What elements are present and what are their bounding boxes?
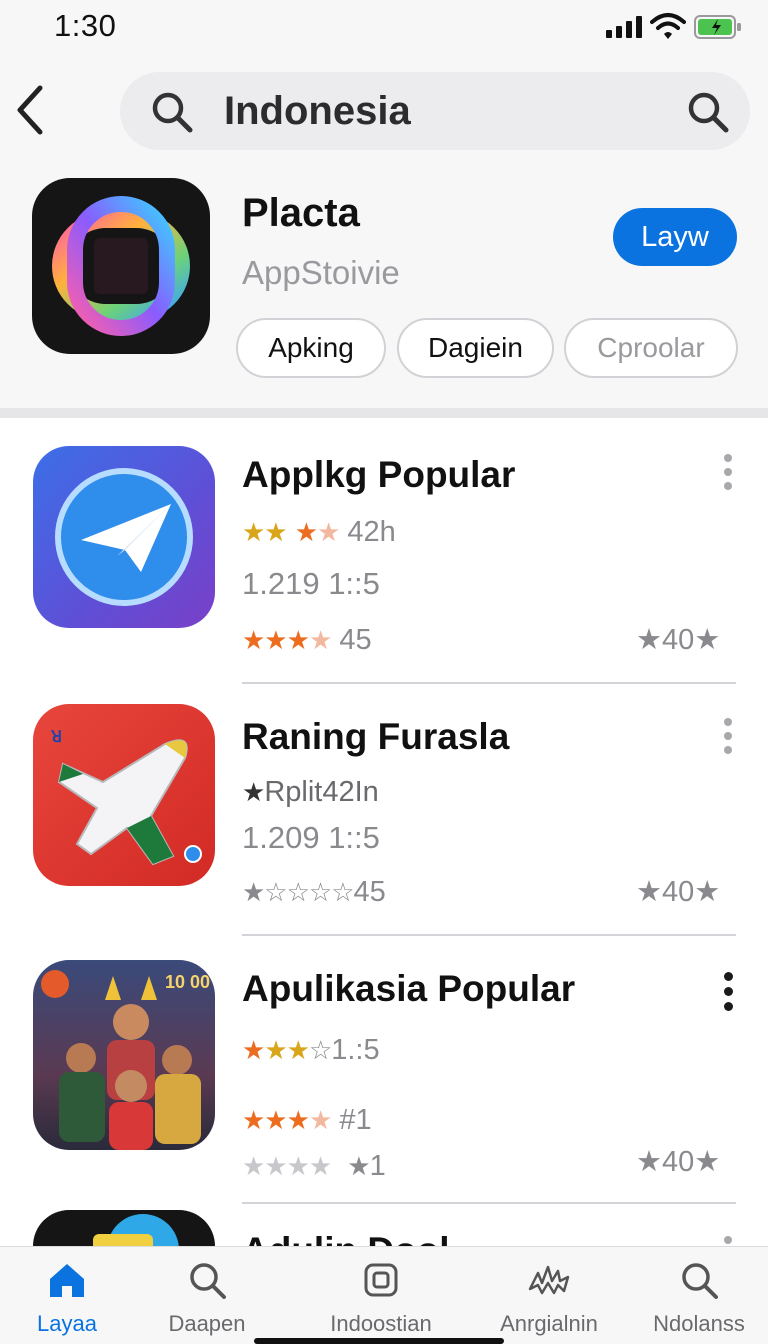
- featured-app-icon[interactable]: [32, 178, 210, 354]
- app-list-item[interactable]: 10 00 Apulikasia Popular ★★★☆1.:5 ★★★★ #…: [0, 940, 768, 1206]
- stat-line: 1.219 1::5: [242, 566, 380, 601]
- app-title: Raning Furasla: [242, 716, 510, 757]
- row-divider: [242, 934, 736, 936]
- half-star-icon: ★: [317, 517, 340, 547]
- star-icon: ★★★: [242, 625, 310, 655]
- search-header: Indonesia: [0, 56, 768, 164]
- score: ★40★: [636, 624, 721, 656]
- more-options-icon[interactable]: [716, 972, 740, 1016]
- app-logo-icon: [93, 1214, 179, 1246]
- rating-line-tertiary: ★★★★ ★1: [242, 1148, 386, 1184]
- tab-bar: Layaa Daapen Indoostian Anrgialnin Ndola…: [0, 1246, 768, 1344]
- tab-apps[interactable]: Indoostian: [306, 1259, 456, 1339]
- status-time: 1:30: [54, 8, 117, 43]
- tab-label: Ndolanss: [653, 1311, 745, 1336]
- tab-label: Layaa: [37, 1311, 97, 1336]
- rating-count: Rplit42In: [264, 776, 379, 808]
- get-button[interactable]: Layw: [613, 208, 737, 266]
- star-icon: ★★★★: [242, 1151, 332, 1181]
- app-list-item[interactable]: ꓤ Raning Furasla ★Rplit42In 1.209 1::5 ★…: [0, 688, 768, 940]
- featured-app: Placta AppStoivie Layw Apking Dagiein Cp…: [0, 164, 768, 408]
- half-star-icon: ★: [308, 625, 332, 655]
- back-chevron-icon[interactable]: [12, 82, 46, 138]
- interlocking-rings-icon: [52, 196, 190, 336]
- app-title: Adulin Dool: [242, 1228, 450, 1246]
- section-divider: [0, 408, 768, 418]
- search-icon: [152, 92, 193, 133]
- star-icon: ★: [294, 517, 318, 547]
- arcade-icon: [528, 1265, 570, 1295]
- rating-count: 45: [339, 624, 372, 656]
- more-options-icon[interactable]: [716, 1236, 740, 1246]
- rank: #1: [339, 1104, 372, 1136]
- score: ★40★: [636, 1146, 721, 1178]
- star-icon: ★☆☆☆☆: [242, 877, 355, 907]
- score-value: 40: [662, 1146, 695, 1178]
- home-indicator: [254, 1338, 504, 1344]
- rating-count: ★1: [347, 1150, 386, 1182]
- more-options-icon[interactable]: [716, 454, 740, 498]
- status-bar: 1:30: [0, 0, 768, 56]
- app-list-item[interactable]: Applkg Popular ★★ ★★ 42h 1.219 1::5 ★★★★…: [0, 418, 768, 688]
- tab-discover[interactable]: Daapen: [132, 1259, 282, 1339]
- svg-text:ꓤ: ꓤ: [50, 729, 62, 746]
- battery-icon: [694, 15, 741, 39]
- search-icon: [190, 1263, 226, 1299]
- app-icon[interactable]: [33, 446, 215, 628]
- search-icon: [682, 1263, 718, 1299]
- star-icon: ★: [242, 1035, 265, 1065]
- paper-plane-icon: [55, 468, 193, 606]
- people-photo-icon: 10 00: [41, 970, 210, 1150]
- featured-app-title: Placta: [242, 191, 360, 235]
- rating-line: ★★ ★★ 42h: [242, 514, 396, 550]
- stat-line: 1.209 1::5: [242, 820, 380, 855]
- search-field[interactable]: Indonesia: [120, 72, 750, 150]
- more-options-icon[interactable]: [716, 718, 740, 762]
- star-icon: ★★: [264, 1035, 310, 1065]
- rating-count: 45: [353, 876, 386, 908]
- row-divider: [242, 1202, 736, 1204]
- tab-label: Indoostian: [330, 1311, 432, 1336]
- rating-line-secondary: ★★★★ 45: [242, 622, 372, 658]
- rating-line: ★★★☆1.:5: [242, 1032, 380, 1068]
- star-icon: ★★: [242, 517, 288, 547]
- filter-chip[interactable]: Dagiein: [397, 318, 554, 378]
- airplane-icon: ꓤ: [50, 729, 202, 866]
- featured-app-subtitle: AppStoivie: [242, 254, 400, 291]
- filter-chip[interactable]: Cproolar: [564, 318, 738, 378]
- app-icon[interactable]: 10 00: [33, 960, 215, 1150]
- wifi-icon: [650, 13, 686, 39]
- filter-chip[interactable]: Apking: [236, 318, 386, 378]
- star-icon: ★: [242, 777, 265, 807]
- tab-search[interactable]: Ndolanss: [624, 1259, 768, 1339]
- app-icon[interactable]: ꓤ: [33, 704, 215, 886]
- score-value: 40: [662, 876, 695, 908]
- rating-line-secondary: ★★★★ #1: [242, 1102, 372, 1138]
- tab-label: Anrgialnin: [500, 1311, 598, 1336]
- rating-line-secondary: ★☆☆☆☆45: [242, 874, 386, 910]
- score: ★40★: [636, 876, 721, 908]
- row-divider: [242, 682, 736, 684]
- star-icon: ★★★: [242, 1105, 310, 1135]
- apps-icon: [364, 1263, 398, 1297]
- tab-arcade[interactable]: Anrgialnin: [474, 1259, 624, 1339]
- app-icon[interactable]: [33, 1210, 215, 1246]
- rating-count: 1.:5: [331, 1034, 380, 1066]
- tab-home[interactable]: Layaa: [0, 1259, 142, 1339]
- home-icon: [50, 1264, 84, 1297]
- search-submit-icon[interactable]: [686, 90, 730, 134]
- rating-count: 42h: [347, 516, 396, 548]
- half-star-icon: ★: [308, 1105, 332, 1135]
- app-title: Apulikasia Popular: [242, 968, 576, 1009]
- app-list-item[interactable]: Adulin Dool: [0, 1206, 768, 1246]
- search-query[interactable]: Indonesia: [224, 86, 411, 136]
- svg-text:10 00: 10 00: [165, 972, 210, 992]
- app-title: Applkg Popular: [242, 454, 516, 495]
- tab-label: Daapen: [168, 1311, 246, 1336]
- empty-star-icon: ☆: [308, 1035, 332, 1065]
- score-value: 40: [662, 624, 695, 656]
- rating-line: ★Rplit42In: [242, 774, 379, 810]
- cellular-signal-icon: [606, 16, 642, 38]
